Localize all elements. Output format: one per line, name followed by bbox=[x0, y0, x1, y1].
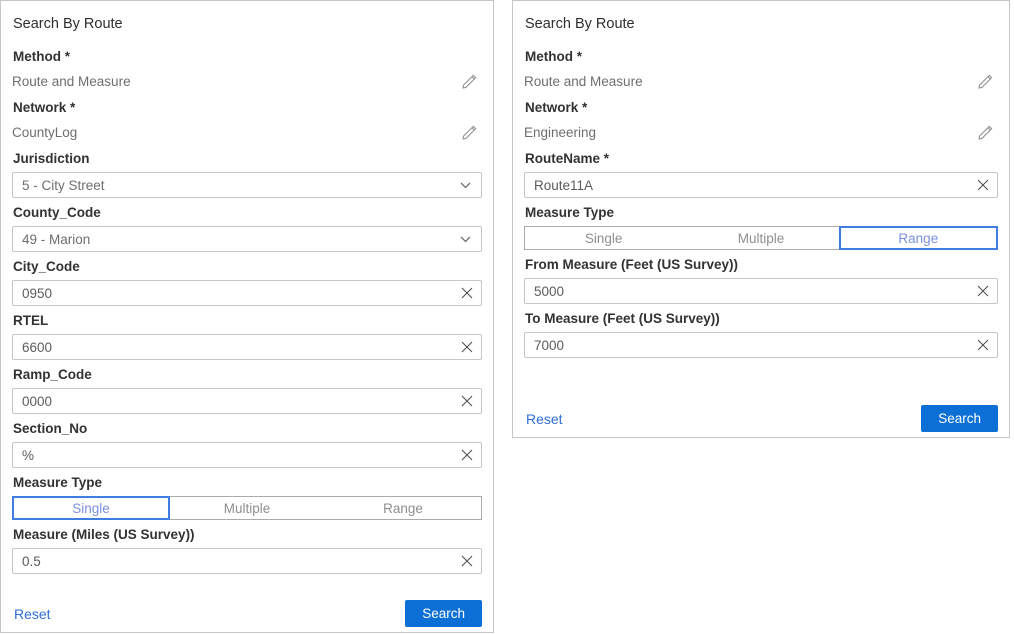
field-label-network: Network * bbox=[13, 99, 481, 117]
field-county-code: County_Code 49 - Marion bbox=[12, 204, 482, 252]
clear-icon[interactable] bbox=[461, 555, 473, 567]
field-label-ramp-code: Ramp_Code bbox=[13, 366, 481, 384]
field-value-row: Engineering bbox=[524, 121, 998, 143]
segment-single[interactable]: Single bbox=[13, 497, 169, 519]
field-rtel: RTEL bbox=[12, 312, 482, 360]
network-value: Engineering bbox=[524, 125, 596, 140]
field-network: Network * CountyLog bbox=[12, 99, 482, 143]
field-measure-type: Measure Type Single Multiple Range bbox=[524, 204, 998, 250]
field-to-measure: To Measure (Feet (US Survey)) bbox=[524, 310, 998, 358]
page: Search By Route Method * Route and Measu… bbox=[0, 0, 1014, 634]
clear-icon[interactable] bbox=[461, 449, 473, 461]
search-by-route-panel-right: Search By Route Method * Route and Measu… bbox=[512, 0, 1010, 438]
section-no-field bbox=[12, 442, 482, 468]
search-button[interactable]: Search bbox=[405, 600, 482, 627]
ramp-code-input[interactable] bbox=[12, 388, 482, 414]
from-measure-field bbox=[524, 278, 998, 304]
field-label-county-code: County_Code bbox=[13, 204, 481, 222]
route-name-field bbox=[524, 172, 998, 198]
clear-icon[interactable] bbox=[461, 287, 473, 299]
measure-type-segmented: Single Multiple Range bbox=[12, 496, 482, 520]
reset-link[interactable]: Reset bbox=[526, 411, 563, 427]
chevron-down-icon bbox=[460, 236, 471, 243]
method-value: Route and Measure bbox=[524, 74, 643, 89]
measure-field bbox=[12, 548, 482, 574]
to-measure-field bbox=[524, 332, 998, 358]
field-label-measure-type: Measure Type bbox=[13, 474, 481, 492]
clear-icon[interactable] bbox=[461, 341, 473, 353]
jurisdiction-select[interactable]: 5 - City Street bbox=[12, 172, 482, 198]
search-by-route-panel-left: Search By Route Method * Route and Measu… bbox=[0, 0, 494, 633]
field-label-section-no: Section_No bbox=[13, 420, 481, 438]
segment-multiple[interactable]: Multiple bbox=[169, 497, 325, 519]
city-code-input[interactable] bbox=[12, 280, 482, 306]
segment-range[interactable]: Range bbox=[840, 227, 997, 249]
field-method: Method * Route and Measure bbox=[12, 48, 482, 92]
city-code-field bbox=[12, 280, 482, 306]
field-measure-type: Measure Type Single Multiple Range bbox=[12, 474, 482, 520]
from-measure-input[interactable] bbox=[524, 278, 998, 304]
route-name-input[interactable] bbox=[524, 172, 998, 198]
field-value-row: Route and Measure bbox=[524, 70, 998, 92]
field-method: Method * Route and Measure bbox=[524, 48, 998, 92]
field-ramp-code: Ramp_Code bbox=[12, 366, 482, 414]
measure-type-segmented: Single Multiple Range bbox=[524, 226, 998, 250]
clear-icon[interactable] bbox=[977, 179, 989, 191]
field-label-route-name: RouteName * bbox=[525, 150, 997, 168]
field-label-measure: Measure (Miles (US Survey)) bbox=[13, 526, 481, 544]
network-value: CountyLog bbox=[12, 125, 77, 140]
field-measure: Measure (Miles (US Survey)) bbox=[12, 526, 482, 574]
field-route-name: RouteName * bbox=[524, 150, 998, 198]
field-label-city-code: City_Code bbox=[13, 258, 481, 276]
field-label-to-measure: To Measure (Feet (US Survey)) bbox=[525, 310, 997, 328]
field-city-code: City_Code bbox=[12, 258, 482, 306]
field-value-row: CountyLog bbox=[12, 121, 482, 143]
select-value: 49 - Marion bbox=[22, 232, 90, 247]
field-from-measure: From Measure (Feet (US Survey)) bbox=[524, 256, 998, 304]
to-measure-input[interactable] bbox=[524, 332, 998, 358]
clear-icon[interactable] bbox=[977, 285, 989, 297]
segment-multiple[interactable]: Multiple bbox=[682, 227, 839, 249]
clear-icon[interactable] bbox=[977, 339, 989, 351]
edit-pencil-icon[interactable] bbox=[461, 73, 482, 90]
section-no-input[interactable] bbox=[12, 442, 482, 468]
field-section-no: Section_No bbox=[12, 420, 482, 468]
rtel-input[interactable] bbox=[12, 334, 482, 360]
measure-input[interactable] bbox=[12, 548, 482, 574]
field-label-network: Network * bbox=[525, 99, 997, 117]
field-label-method: Method * bbox=[13, 48, 481, 66]
county-code-select[interactable]: 49 - Marion bbox=[12, 226, 482, 252]
field-value-row: Route and Measure bbox=[12, 70, 482, 92]
edit-pencil-icon[interactable] bbox=[977, 124, 998, 141]
field-label-rtel: RTEL bbox=[13, 312, 481, 330]
clear-icon[interactable] bbox=[461, 395, 473, 407]
field-label-method: Method * bbox=[525, 48, 997, 66]
segment-single[interactable]: Single bbox=[525, 227, 682, 249]
chevron-down-icon bbox=[460, 182, 471, 189]
edit-pencil-icon[interactable] bbox=[977, 73, 998, 90]
panel-title: Search By Route bbox=[525, 16, 997, 33]
rtel-field bbox=[12, 334, 482, 360]
method-value: Route and Measure bbox=[12, 74, 131, 89]
panel-title: Search By Route bbox=[13, 16, 481, 33]
field-jurisdiction: Jurisdiction 5 - City Street bbox=[12, 150, 482, 198]
edit-pencil-icon[interactable] bbox=[461, 124, 482, 141]
field-label-measure-type: Measure Type bbox=[525, 204, 997, 222]
panel-footer: Reset Search bbox=[524, 405, 998, 432]
ramp-code-field bbox=[12, 388, 482, 414]
reset-link[interactable]: Reset bbox=[14, 606, 51, 622]
search-button[interactable]: Search bbox=[921, 405, 998, 432]
field-network: Network * Engineering bbox=[524, 99, 998, 143]
field-label-jurisdiction: Jurisdiction bbox=[13, 150, 481, 168]
panel-footer: Reset Search bbox=[12, 600, 482, 627]
field-label-from-measure: From Measure (Feet (US Survey)) bbox=[525, 256, 997, 274]
segment-range[interactable]: Range bbox=[325, 497, 481, 519]
select-value: 5 - City Street bbox=[22, 178, 105, 193]
